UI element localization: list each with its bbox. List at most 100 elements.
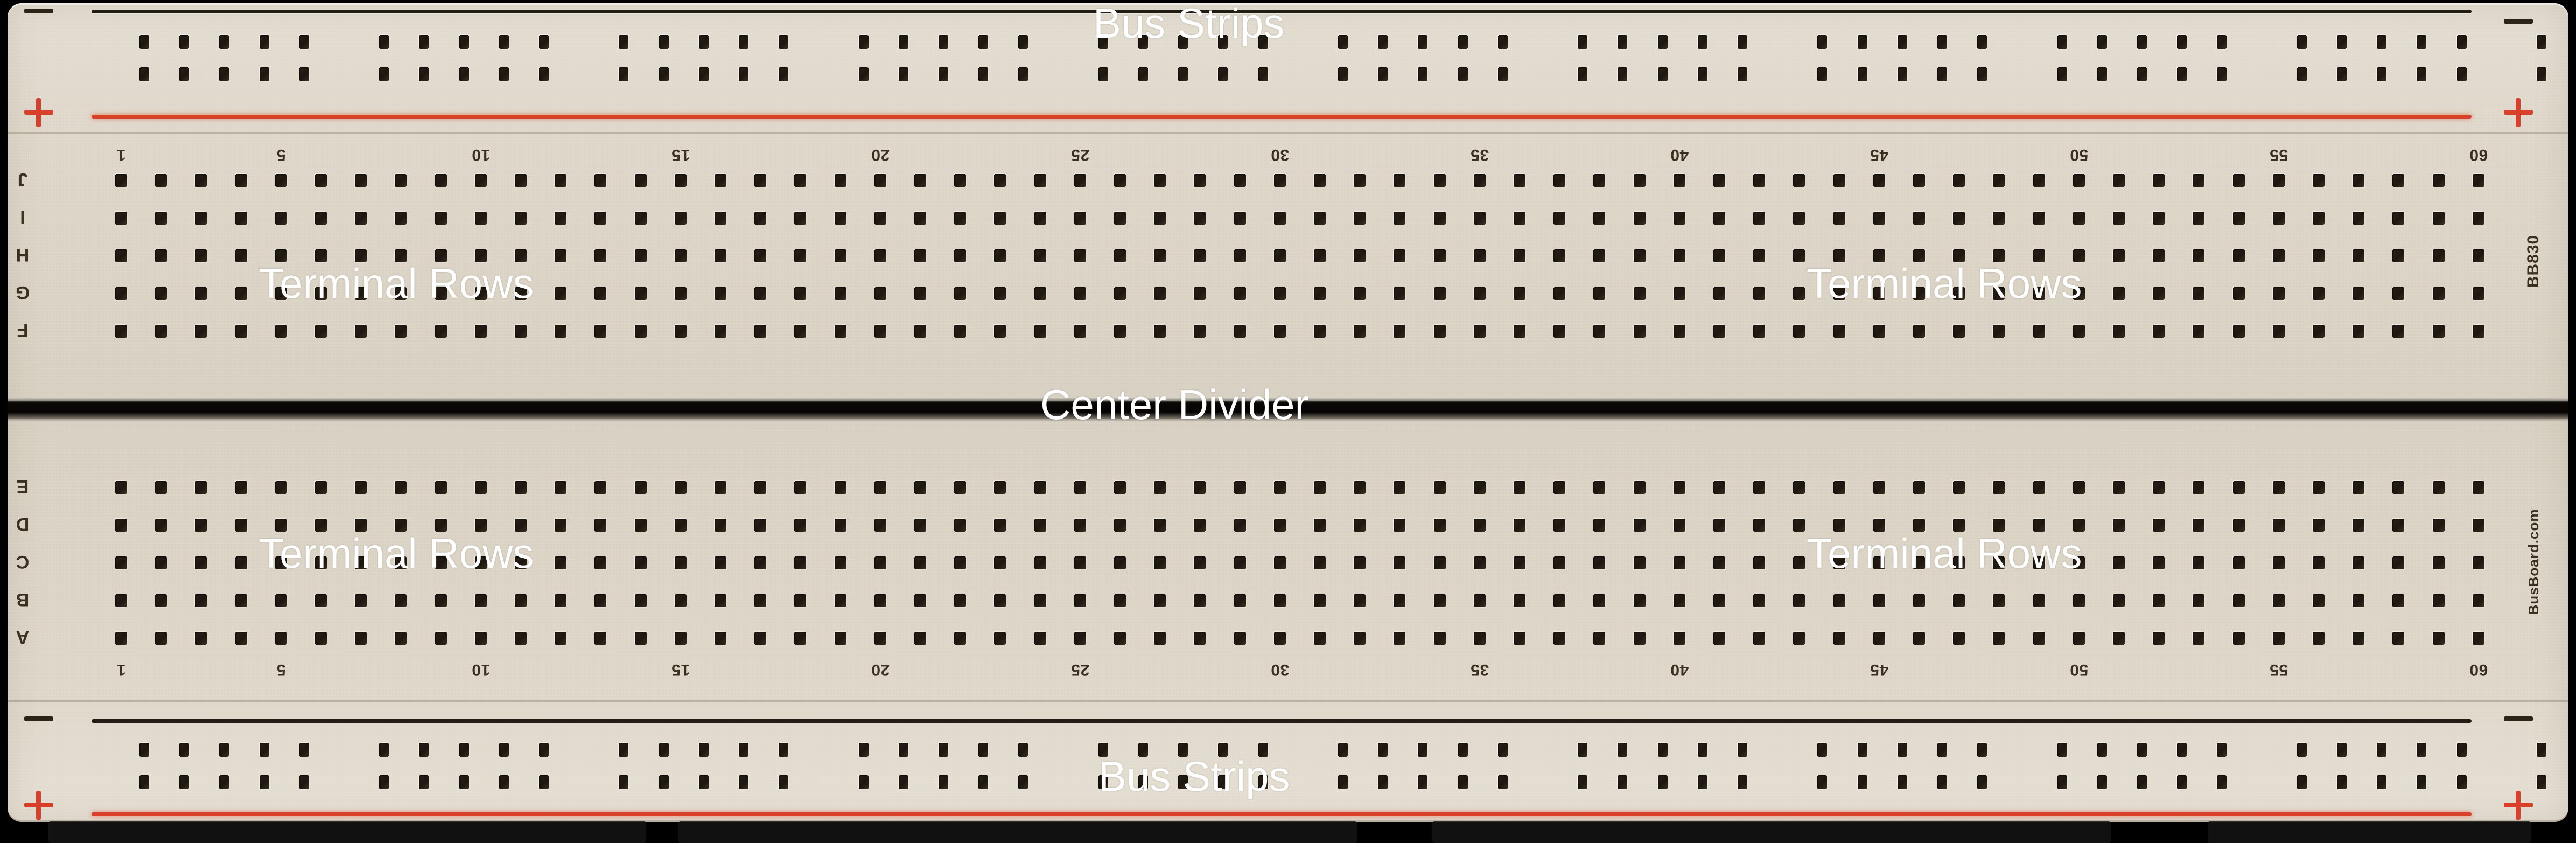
terminal-hole [515, 174, 527, 187]
bus-strip-hole [1338, 775, 1348, 789]
bus-strip-hole [1618, 35, 1628, 49]
column-number-bottom: 25 [1070, 661, 1089, 679]
terminal-hole [594, 519, 607, 532]
terminal-hole [1034, 519, 1046, 532]
terminal-hole [1993, 481, 2005, 494]
terminal-hole [994, 249, 1006, 262]
terminal-hole [1473, 325, 1486, 338]
terminal-hole [1593, 287, 1606, 300]
terminal-hole [1034, 174, 1046, 187]
bus-strip-hole [1258, 67, 1268, 81]
polarity-plus-bottom-left [24, 791, 53, 820]
bus-strip-hole [898, 743, 908, 757]
terminal-hole [2232, 594, 2245, 607]
row-letter-bottom-left: B [16, 589, 30, 610]
bus-strip-hole [2417, 743, 2427, 757]
bus-strip-hole [659, 35, 669, 49]
terminal-hole [1394, 556, 1406, 569]
bus-strip-hole [379, 67, 389, 81]
bus-strip-hole [219, 35, 229, 49]
terminal-hole [634, 249, 647, 262]
terminal-hole [1074, 287, 1086, 300]
terminal-hole [2033, 325, 2045, 338]
terminal-hole [155, 287, 167, 300]
terminal-hole [1314, 212, 1326, 225]
plus-bar-vertical [2516, 98, 2521, 127]
terminal-hole [754, 594, 767, 607]
row-letter-bottom-left: A [16, 627, 30, 647]
bus-strip-hole [539, 775, 549, 789]
terminal-hole [1194, 594, 1206, 607]
terminal-hole [235, 481, 247, 494]
terminal-hole [2353, 556, 2365, 569]
terminal-hole [914, 287, 926, 300]
bus-strip-hole [2297, 35, 2307, 49]
row-letter-top-left: J [17, 169, 28, 190]
terminal-hole [195, 174, 207, 187]
terminal-hole [2353, 325, 2365, 338]
bus-strip-hole [698, 775, 709, 789]
terminal-hole [1673, 594, 1685, 607]
terminal-hole [435, 174, 447, 187]
terminal-hole [1913, 594, 1925, 607]
terminal-hole [474, 632, 487, 645]
terminal-hole [1354, 249, 1366, 262]
bus-strip-hole [2177, 67, 2187, 81]
terminal-hole [634, 174, 647, 187]
terminal-hole [874, 594, 886, 607]
terminal-hole [914, 249, 926, 262]
terminal-hole [1753, 632, 1766, 645]
terminal-hole [1793, 174, 1805, 187]
terminal-hole [1114, 212, 1126, 225]
column-number-top: 10 [471, 146, 490, 164]
terminal-hole [1953, 632, 1965, 645]
bus-strip-hole [2377, 775, 2387, 789]
terminal-hole [2432, 212, 2445, 225]
terminal-hole [994, 632, 1006, 645]
terminal-hole [355, 481, 367, 494]
minus-bar [24, 9, 53, 13]
terminal-hole [115, 174, 127, 187]
plus-bar-vertical [2516, 791, 2521, 820]
terminal-hole [155, 556, 167, 569]
bus-strip-hole [698, 35, 709, 49]
bus-strip-hole [2057, 67, 2067, 81]
terminal-hole [2432, 249, 2445, 262]
terminal-hole [2472, 519, 2484, 532]
terminal-hole [1034, 632, 1046, 645]
bus-strip-hole [1618, 743, 1628, 757]
bus-strip-hole [1018, 67, 1028, 81]
bus-strip-hole [1857, 775, 1867, 789]
bus-strip-hole [2377, 743, 2387, 757]
bus-strip-hole [1018, 35, 1028, 49]
terminal-hole [834, 556, 846, 569]
terminal-hole [2073, 632, 2085, 645]
terminal-hole [1273, 249, 1286, 262]
terminal-hole [754, 174, 767, 187]
polarity-minus-top-right [2504, 19, 2533, 48]
terminal-hole [1953, 594, 1965, 607]
terminal-hole [355, 594, 367, 607]
bus-strip-hole [1817, 35, 1828, 49]
terminal-hole [195, 594, 207, 607]
bus-strip-hole [2537, 67, 2546, 81]
terminal-hole [1793, 632, 1805, 645]
annotation-terminal-rows-lower-right: Terminal Rows [1807, 530, 2082, 577]
terminal-hole [794, 481, 807, 494]
terminal-hole [1713, 556, 1725, 569]
terminal-hole [355, 325, 367, 338]
terminal-hole [1394, 325, 1406, 338]
terminal-hole [954, 632, 967, 645]
terminal-hole [2272, 287, 2285, 300]
terminal-hole [315, 174, 327, 187]
terminal-hole [754, 519, 767, 532]
terminal-hole [1673, 249, 1685, 262]
terminal-hole [634, 212, 647, 225]
terminal-hole [1314, 556, 1326, 569]
terminal-hole [1234, 519, 1246, 532]
terminal-hole [1394, 519, 1406, 532]
terminal-hole [1833, 212, 1845, 225]
terminal-hole [2232, 519, 2245, 532]
terminal-hole [674, 594, 687, 607]
terminal-hole [1833, 325, 1845, 338]
